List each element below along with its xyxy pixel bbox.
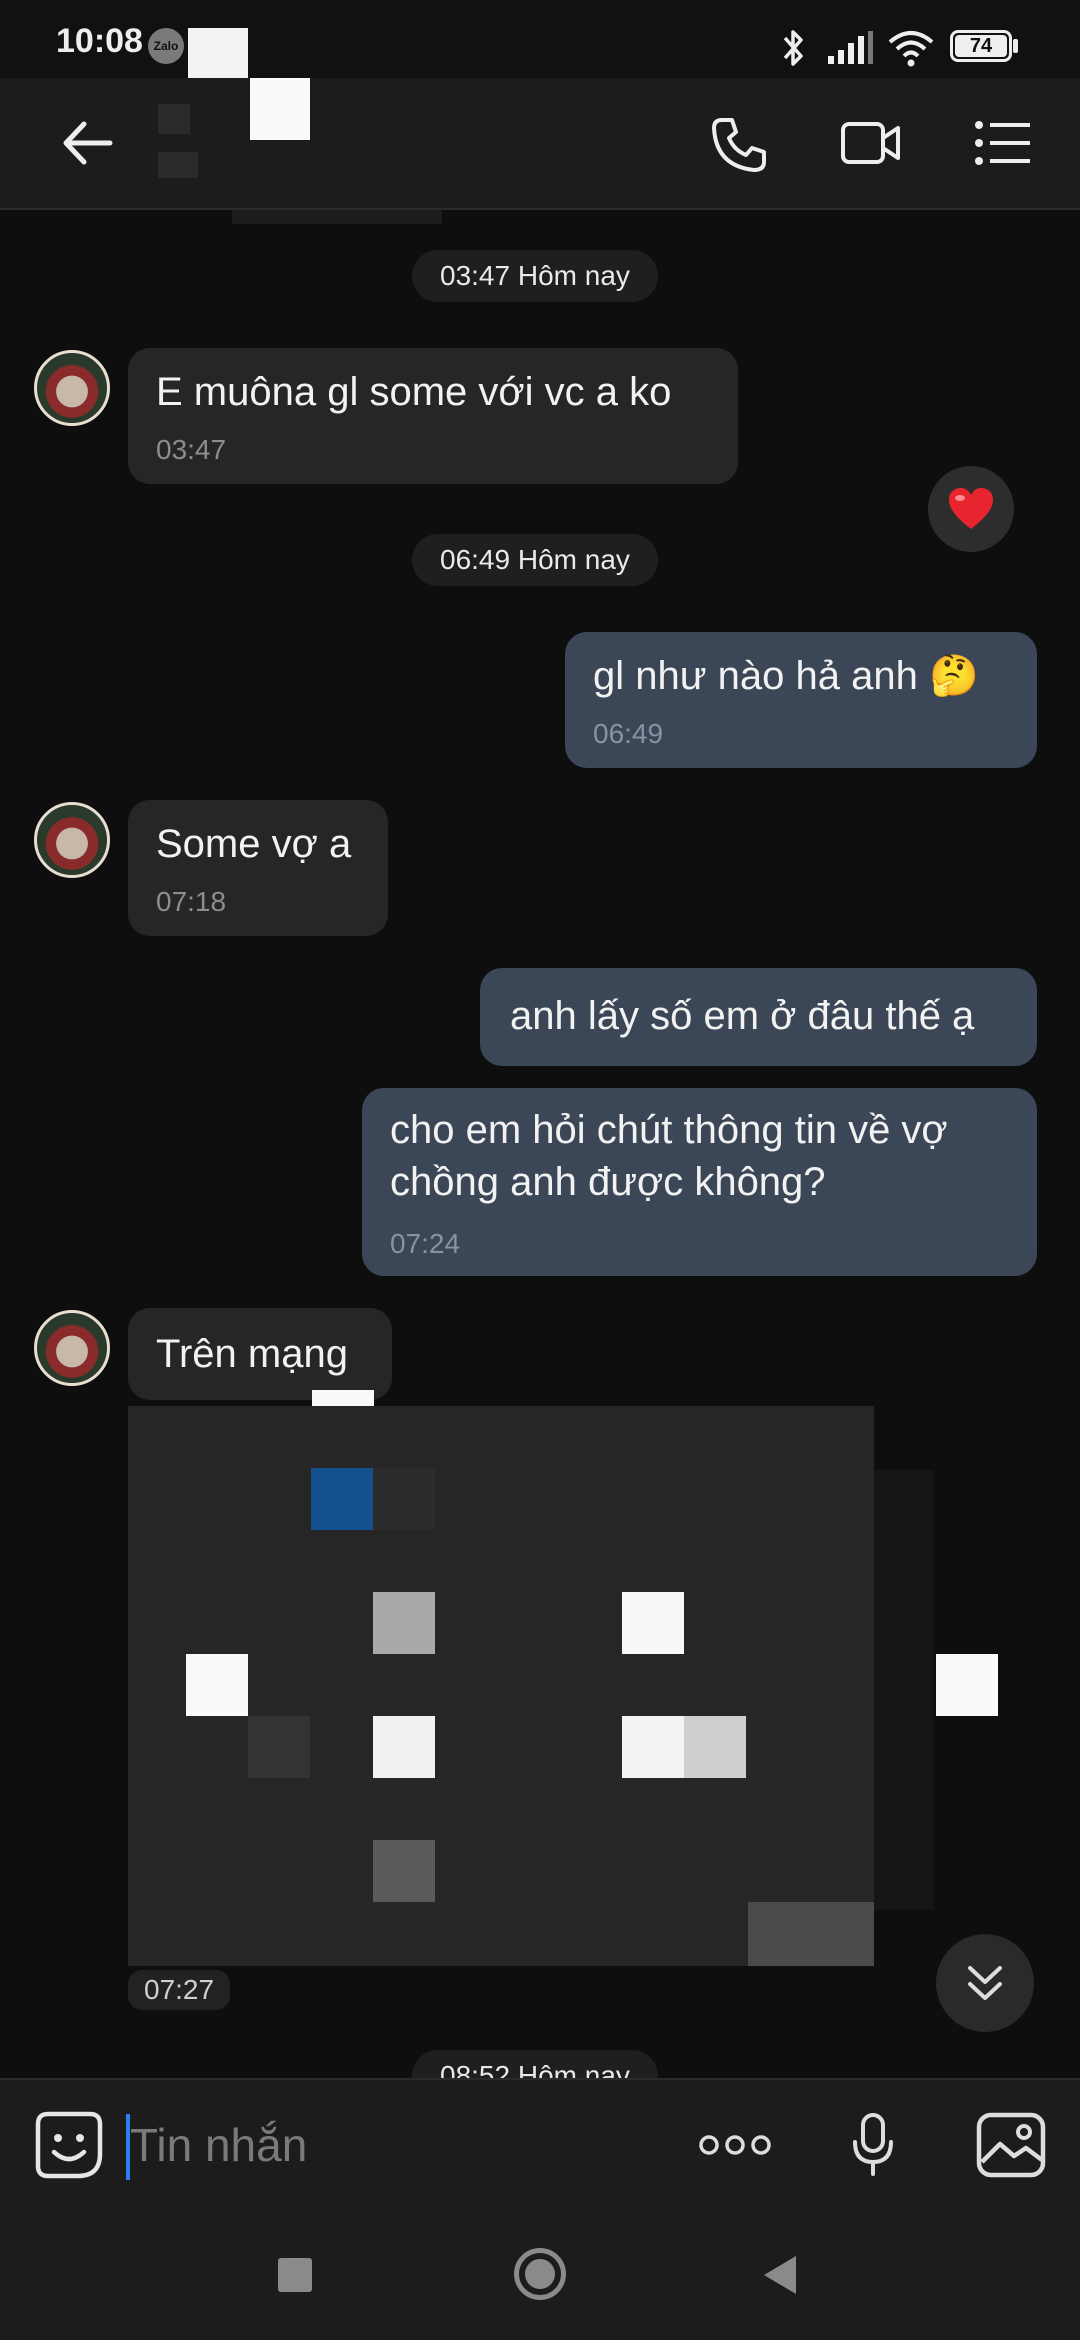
redaction-block (232, 210, 442, 224)
home-button[interactable] (514, 2248, 566, 2300)
redaction-block (250, 78, 310, 140)
avatar[interactable] (34, 802, 110, 878)
more-options-icon[interactable] (698, 2132, 772, 2158)
pixel-block (373, 1840, 435, 1902)
date-separator: 06:49 Hôm nay (412, 534, 658, 586)
pixel-block (248, 1716, 310, 1778)
arrow-left-icon[interactable] (58, 118, 116, 168)
message-bubble-outgoing[interactable]: anh lấy số em ở đâu thế ạ (480, 968, 1037, 1066)
message-input[interactable]: Tin nhắn (130, 2118, 670, 2172)
home-button-inner (525, 2259, 555, 2289)
pixel-block (373, 1716, 435, 1778)
chat-header (0, 78, 1080, 210)
signal-icon (828, 31, 873, 64)
redaction-block (936, 1654, 998, 1716)
message-text: anh lấy số em ở đâu thế ạ (510, 994, 975, 1038)
message-bubble-incoming[interactable]: Some vợ a 07:18 (128, 800, 388, 936)
date-separator: 03:47 Hôm nay (412, 250, 658, 302)
back-triangle-icon[interactable] (762, 2254, 798, 2296)
message-time: 07:27 (144, 1974, 215, 2005)
pixel-block (622, 1716, 684, 1778)
pixel-block (748, 1902, 874, 1966)
pixel-block (373, 1468, 435, 1530)
message-text: Trên mạng (156, 1332, 348, 1376)
message-list[interactable]: 03:47 Hôm nay E muôna gl some với vc a k… (0, 210, 1080, 2078)
reaction-heart-icon[interactable] (928, 466, 1014, 552)
sticker-emoji-icon[interactable] (34, 2110, 104, 2180)
system-nav-bar (0, 2210, 1080, 2340)
pixel-block (684, 1716, 746, 1778)
avatar[interactable] (34, 350, 110, 426)
list-menu-icon[interactable] (974, 120, 1032, 166)
message-time: 07:18 (156, 886, 227, 917)
message-bubble-outgoing[interactable]: cho em hỏi chút thông tin về vợ chồng an… (362, 1088, 1037, 1276)
message-bubble-incoming[interactable]: E muôna gl some với vc a ko 03:47 (128, 348, 738, 484)
chevron-double-down-icon (968, 1966, 1002, 2000)
pixel-block (186, 1654, 248, 1716)
gallery-image-icon[interactable] (976, 2112, 1046, 2178)
contact-status-redacted (158, 152, 198, 178)
image-time-pill: 07:27 (128, 1970, 231, 2010)
date-separator: 08:52 Hôm nay (412, 2050, 658, 2078)
status-time: 10:08 (56, 22, 143, 60)
wifi-icon (888, 31, 934, 67)
avatar[interactable] (34, 1310, 110, 1386)
battery-level: 74 (955, 35, 1007, 57)
pixel-block (373, 1592, 435, 1654)
message-text: Some vợ a (156, 822, 352, 866)
battery-tip (1013, 39, 1018, 53)
redaction-block (190, 88, 250, 150)
scroll-to-bottom-button[interactable] (936, 1934, 1034, 2032)
message-time: 03:47 (156, 434, 227, 465)
message-composer: Tin nhắn (0, 2078, 1080, 2212)
video-camera-icon[interactable] (840, 116, 902, 170)
status-bar: 10:08 Zalo 74 (0, 0, 1080, 90)
pixel-block (622, 1592, 684, 1654)
pixel-block (311, 1468, 373, 1530)
image-edge (874, 1470, 934, 1910)
microphone-icon[interactable] (850, 2112, 896, 2178)
message-bubble-incoming[interactable]: Trên mạng (128, 1308, 392, 1400)
image-message[interactable] (128, 1406, 874, 1966)
message-time: 07:24 (390, 1228, 461, 1259)
message-time: 06:49 (593, 718, 664, 749)
battery-icon: 74 (950, 30, 1012, 62)
message-bubble-outgoing[interactable]: gl như nào hả anh 🤔 06:49 (565, 632, 1037, 768)
bluetooth-icon (783, 30, 803, 66)
message-text: gl như nào hả anh 🤔 (593, 654, 979, 698)
message-text: E muôna gl some với vc a ko (156, 370, 672, 414)
zalo-notification-icon: Zalo (148, 28, 184, 64)
phone-icon[interactable] (708, 114, 770, 176)
recent-apps-button[interactable] (278, 2258, 312, 2292)
contact-info[interactable] (150, 78, 440, 198)
message-text: cho em hỏi chút thông tin về vợ chồng an… (390, 1108, 948, 1204)
